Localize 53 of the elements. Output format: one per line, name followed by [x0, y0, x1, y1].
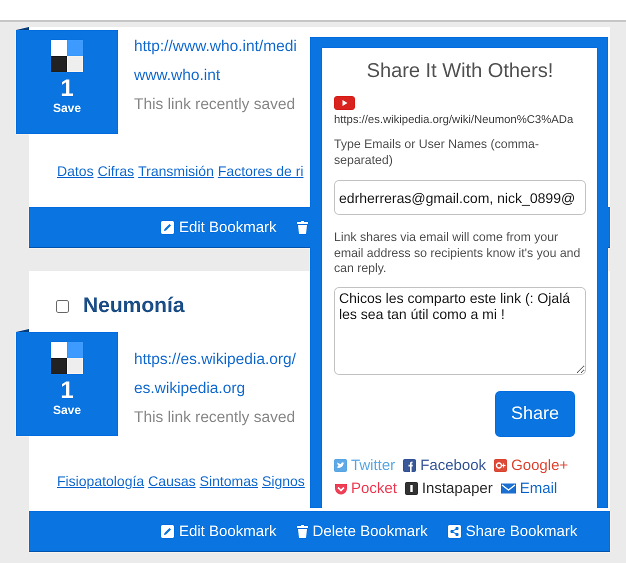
save-count: 1: [60, 379, 74, 403]
envelope-icon: [500, 482, 516, 494]
f-letter-icon: [403, 458, 416, 472]
message-field[interactable]: Chicos les comparto este link (: Ojalá les sea tan útil como a mi !: [334, 286, 586, 374]
save-count: 1: [60, 77, 74, 101]
tag-link[interactable]: Factores de ri: [218, 163, 304, 179]
video-icon: [334, 96, 355, 110]
action-link[interactable]: Share Bookmark: [448, 522, 578, 540]
share-link[interactable]: Pocket: [334, 480, 397, 496]
share-icon: [448, 524, 461, 538]
save-badge[interactable]: 1 Save: [16, 332, 118, 436]
email-note: Link shares via email will come from your email address so recipients know it's you and can reply.: [334, 230, 582, 276]
tag-link[interactable]: Transmisión: [138, 163, 214, 179]
share-link[interactable]: Google+: [494, 456, 568, 474]
recipients-label: Type Emails or User Names (comma-separated): [334, 136, 540, 168]
trash-icon[interactable]: [296, 220, 308, 234]
saved-note: This link recently saved: [134, 408, 296, 428]
bookmark-url[interactable]: http://www.who.int/medi: [134, 32, 297, 61]
bookmark-url[interactable]: https://es.wikipedia.org/: [134, 345, 296, 374]
share-button[interactable]: Share: [495, 390, 575, 436]
pencil-icon: [161, 524, 174, 538]
bird-icon: [334, 458, 347, 472]
trash-icon: [296, 524, 308, 538]
share-link[interactable]: Email: [500, 480, 558, 496]
tag-link[interactable]: Cifras: [98, 163, 134, 179]
tag-link[interactable]: Sintomas: [200, 473, 258, 489]
tag-link[interactable]: Datos: [57, 163, 94, 179]
shared-url: https://es.wikipedia.org/wiki/Neumon%C3%ADa: [334, 114, 574, 126]
share-link[interactable]: Twitter: [334, 456, 396, 474]
logo-icon: [51, 342, 83, 374]
action-link[interactable]: Delete Bookmark: [296, 522, 428, 540]
action-link[interactable]: Edit Bookmark: [161, 218, 277, 236]
logo-icon: [51, 40, 83, 72]
tag-link[interactable]: Fisiopatología: [57, 473, 144, 489]
pencil-icon: [161, 220, 174, 234]
tag-link[interactable]: Causas: [148, 473, 196, 489]
saved-note: This link recently saved: [134, 95, 296, 115]
bookmark-domain[interactable]: www.who.int: [134, 61, 220, 90]
tag-link[interactable]: Signos: [262, 473, 305, 489]
popup-title: Share It With Others!: [366, 60, 554, 83]
bar-icon: [404, 482, 418, 494]
pocket-icon: [334, 482, 347, 494]
bookmark-title[interactable]: Neumonía: [83, 294, 185, 318]
plus-icon: [494, 458, 508, 472]
select-checkbox[interactable]: [56, 300, 69, 312]
save-label: Save: [52, 403, 82, 417]
save-label: Save: [52, 101, 82, 115]
bookmark-domain[interactable]: es.wikipedia.org: [134, 374, 246, 403]
recipients-field[interactable]: edrherreras@gmail.com, nick_0899@: [334, 180, 586, 215]
share-link[interactable]: Facebook: [403, 456, 486, 474]
share-link[interactable]: Instapaper: [404, 480, 493, 496]
save-badge[interactable]: 1 Save: [16, 30, 118, 134]
action-link[interactable]: Edit Bookmark: [161, 522, 277, 540]
